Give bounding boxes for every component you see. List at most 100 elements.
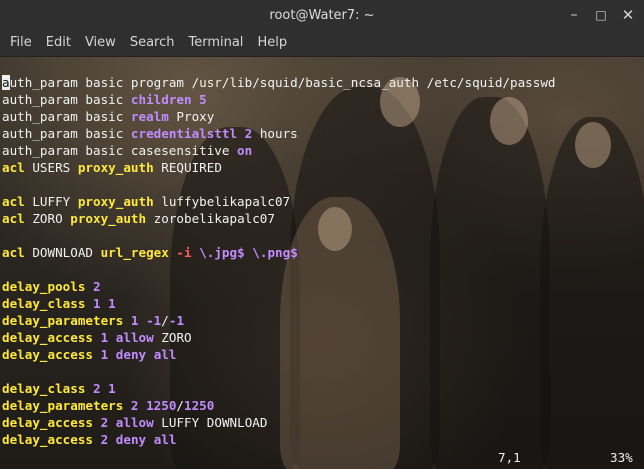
code-line: delay_parameters 1 -1/-1 (2, 312, 556, 329)
code-line: delay_access 1 allow ZORO (2, 329, 556, 346)
code-token: deny all (115, 347, 177, 362)
code-token: realm (130, 109, 169, 124)
code-line: acl ZORO proxy_auth zorobelikapalc07 (2, 210, 556, 227)
code-token: 1 1 (93, 296, 116, 311)
minimize-icon[interactable]: – (565, 6, 583, 24)
code-line: delay_access 2 deny all (2, 431, 556, 448)
code-token: proxy_auth (70, 211, 147, 226)
code-token: delay_parameters (2, 398, 124, 413)
code-token: 2 1250 (130, 398, 177, 413)
code-line: delay_access 2 allow LUFFY DOWNLOAD (2, 414, 556, 431)
terminal-area[interactable]: auth_param basic program /usr/lib/squid/… (0, 57, 644, 469)
code-token: auth_param basic (2, 126, 131, 141)
code-token: proxy_auth (77, 194, 154, 209)
code-line: delay_access 1 deny all (2, 346, 556, 363)
code-line: delay_parameters 2 1250/1250 (2, 397, 556, 414)
code-token: acl (2, 245, 25, 260)
code-token: auth_param basic casesensitive (2, 143, 238, 158)
code-token: / (176, 398, 185, 413)
code-token: deny all (115, 432, 177, 447)
code-token: 5 (199, 92, 207, 107)
menu-file[interactable]: File (3, 30, 39, 56)
code-token: \.jpg$ (199, 245, 245, 260)
code-token: delay_access (2, 415, 93, 430)
code-line: delay_pools 2 (2, 278, 556, 295)
background-figure (540, 117, 644, 469)
code-token: delay_access (2, 432, 93, 447)
code-line: auth_param basic realm Proxy (2, 108, 556, 125)
code-token: -i (176, 245, 192, 260)
code-token: on (237, 143, 253, 158)
code-line: delay_class 2 1 (2, 380, 556, 397)
title-bar[interactable]: root@Water7: ~ – □ ✕ (0, 0, 644, 30)
code-token: delay_class (2, 381, 86, 396)
code-token: delay_class (2, 296, 86, 311)
code-line: auth_param basic program /usr/lib/squid/… (2, 74, 556, 91)
code-token: acl (2, 194, 25, 209)
close-icon[interactable]: ✕ (619, 6, 637, 24)
code-token: DOWNLOAD (24, 245, 101, 260)
menu-help[interactable]: Help (250, 30, 294, 56)
code-token: 1250 (184, 398, 215, 413)
scroll-percent: 33% (610, 450, 633, 465)
code-line: acl DOWNLOAD url_regex -i \.jpg$ \.png$ (2, 244, 556, 261)
code-token: url_regex (100, 245, 169, 260)
code-token: luffybelikapalc07 (153, 194, 291, 209)
code-token: / (161, 313, 169, 328)
text-cursor: a (2, 75, 10, 90)
menu-search[interactable]: Search (123, 30, 182, 56)
code-token: allow (115, 330, 154, 345)
code-token: LUFFY (24, 194, 78, 209)
code-token: allow (115, 415, 154, 430)
code-token: auth_param basic (2, 92, 131, 107)
menu-bar: File Edit View Search Terminal Help (0, 30, 644, 57)
code-line: acl LUFFY proxy_auth luffybelikapalc07 (2, 193, 556, 210)
code-token: ZORO (24, 211, 71, 226)
code-token: delay_parameters (2, 313, 124, 328)
code-token: delay_access (2, 330, 93, 345)
code-token: acl (2, 160, 25, 175)
code-token: proxy_auth (77, 160, 154, 175)
code-token: -1 (168, 313, 185, 328)
editor-text[interactable]: auth_param basic program /usr/lib/squid/… (2, 74, 556, 448)
code-token: auth_param basic (2, 109, 131, 124)
window-title: root@Water7: ~ (269, 7, 375, 23)
code-token: 2 (93, 279, 101, 294)
code-token: credentialsttl (130, 126, 238, 141)
menu-terminal[interactable]: Terminal (181, 30, 250, 56)
code-line: acl USERS proxy_auth REQUIRED (2, 159, 556, 176)
code-token: delay_pools (2, 279, 86, 294)
code-token: REQUIRED (153, 160, 222, 175)
code-token: delay_access (2, 347, 93, 362)
code-line: delay_class 1 1 (2, 295, 556, 312)
code-token: acl (2, 211, 25, 226)
code-line: auth_param basic credentialsttl 2 hours (2, 125, 556, 142)
maximize-icon[interactable]: □ (592, 6, 610, 24)
background-figure-head (575, 122, 611, 168)
code-token: USERS (24, 160, 78, 175)
menu-edit[interactable]: Edit (39, 30, 78, 56)
code-line: auth_param basic children 5 (2, 91, 556, 108)
code-token: 1 -1 (130, 313, 162, 328)
menu-view[interactable]: View (78, 30, 123, 56)
code-token: LUFFY DOWNLOAD (153, 415, 268, 430)
code-token: hours (252, 126, 298, 141)
code-token: Proxy (168, 109, 215, 124)
